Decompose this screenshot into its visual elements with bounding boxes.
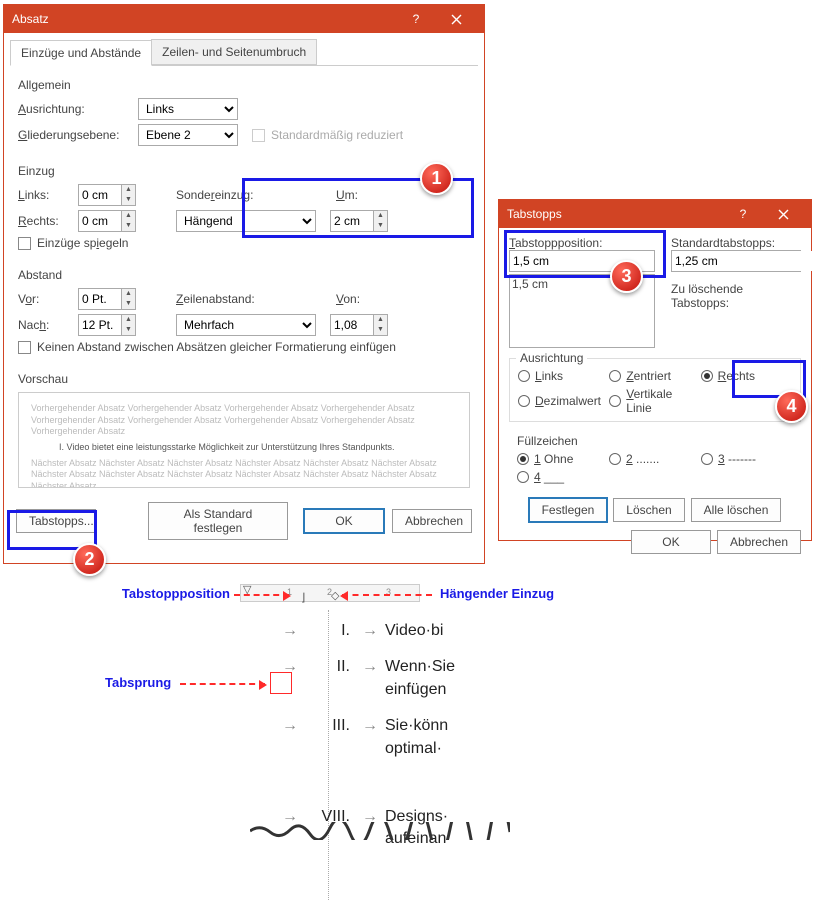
callout-3: 3: [610, 260, 643, 293]
linespacing-label: Zeilenabstand:: [176, 292, 276, 306]
set-default-button[interactable]: Als Standard festlegen: [148, 502, 288, 540]
before-label: Vor:: [18, 292, 78, 306]
special-indent-combo[interactable]: Hängend: [176, 210, 316, 232]
tab-pagebreaks[interactable]: Zeilen- und Seitenumbruch: [151, 39, 317, 65]
hanging-indent-marker-icon: ◇: [331, 589, 339, 602]
ok-button-2[interactable]: OK: [631, 530, 711, 554]
close-button[interactable]: [436, 5, 476, 33]
no-space-same-style-checkbox[interactable]: Keinen Abstand zwischen Absätzen gleiche…: [18, 340, 396, 354]
preview-box: Vorhergehender Absatz Vorhergehender Abs…: [18, 392, 470, 488]
editor-preview: 1 2 3 ▽ ⌋ ◇ Tabstoppposition Hängender E…: [100, 580, 600, 900]
anno-tabpos: Tabstoppposition: [90, 586, 230, 601]
ok-button[interactable]: OK: [304, 509, 384, 533]
help-button-2[interactable]: ?: [723, 200, 763, 228]
align-right-radio[interactable]: Rechts: [701, 369, 792, 383]
arrow-hanging: [342, 594, 432, 596]
group-spacing-title: Abstand: [18, 268, 470, 282]
leader-none-radio[interactable]: 1 Ohne: [517, 452, 609, 466]
mirror-indents-label: Einzüge spiegeln: [37, 236, 128, 250]
at-spinner[interactable]: ▲▼: [330, 314, 388, 336]
alignment-combo[interactable]: Links: [138, 98, 238, 120]
alignment-group: Ausrichtung Links Zentriert Rechts Dezim…: [509, 358, 801, 422]
align-center-radio[interactable]: Zentriert: [609, 369, 700, 383]
special-indent-label: Sondereinzug:: [176, 188, 276, 202]
cancel-button[interactable]: Abbrechen: [392, 509, 472, 533]
to-clear-label: Zu löschende Tabstopps:: [671, 282, 801, 310]
default-tab-label: Standardtabstopps:: [671, 236, 801, 250]
close-button-2[interactable]: [763, 200, 803, 228]
callout-1: 1: [420, 162, 453, 195]
cancel-button-2[interactable]: Abbrechen: [717, 530, 801, 554]
tab-strip: Einzüge und Abstände Zeilen- und Seitenu…: [10, 39, 478, 66]
list-item: →III.→Sie·könn optimal·: [275, 715, 505, 760]
tabstops-button[interactable]: Tabstopps...: [16, 509, 96, 533]
collapsed-checkbox[interactable]: Standardmäßig reduziert: [252, 128, 403, 142]
tab-indents[interactable]: Einzüge und Abstände: [10, 40, 152, 66]
dialog2-title: Tabstopps: [507, 207, 723, 221]
callout-4: 4: [775, 390, 808, 423]
leader-group: Füllzeichen 1 Ohne 2 ....... 3 ------- 4…: [509, 432, 801, 490]
group-general-title: Allgemein: [18, 78, 470, 92]
leader-dashes-radio[interactable]: 3 -------: [701, 452, 793, 466]
clear-all-button[interactable]: Alle löschen: [691, 498, 782, 522]
list-item: →II.→Wenn·Sie einfügen: [275, 656, 505, 701]
after-label: Nach:: [18, 318, 78, 332]
outline-combo[interactable]: Ebene 2: [138, 124, 238, 146]
group-indent-title: Einzug: [18, 164, 470, 178]
after-spinner[interactable]: ▲▼: [78, 314, 136, 336]
help-button[interactable]: ?: [396, 5, 436, 33]
outline-label: Gliederungsebene:: [18, 128, 138, 142]
indent-right-label: Rechts:: [18, 214, 78, 228]
tabstop-marker-icon: ⌋: [301, 591, 305, 604]
clear-button[interactable]: Löschen: [613, 498, 684, 522]
arrow-tabpos: [234, 594, 289, 596]
ruler: 1 2 3 ▽ ⌋ ◇: [240, 584, 420, 602]
default-tab-spinner[interactable]: ▲▼: [671, 250, 801, 272]
indent-left-spinner[interactable]: ▲▼: [78, 184, 136, 206]
linespacing-combo[interactable]: Mehrfach: [176, 314, 316, 336]
titlebar: Absatz ?: [4, 5, 484, 33]
align-decimal-radio[interactable]: Dezimalwert: [518, 387, 609, 415]
tabpos-label: Tabstoppposition:: [509, 236, 655, 250]
at-label: Von:: [336, 292, 360, 306]
align-bar-radio[interactable]: Vertikale Linie: [609, 387, 700, 415]
dialog-title: Absatz: [12, 12, 396, 26]
by-spinner[interactable]: ▲▼: [330, 210, 388, 232]
torn-edge-icon: [250, 822, 510, 840]
alignment-label: AAusrichtung:usrichtung:: [18, 102, 138, 116]
titlebar-2: Tabstopps ?: [499, 200, 811, 228]
dialog-button-row: Tabstopps... Als Standard festlegen OK A…: [4, 494, 484, 550]
by-label: Um:: [336, 188, 358, 202]
preview-title: Vorschau: [18, 372, 470, 386]
anno-tabsprung: Tabsprung: [105, 675, 171, 690]
paragraph-dialog: Absatz ? Einzüge und Abstände Zeilen- un…: [3, 4, 485, 564]
indent-left-label: Links:: [18, 188, 78, 202]
callout-2: 2: [73, 543, 106, 576]
mirror-indents-checkbox[interactable]: Einzüge spiegeln: [18, 236, 128, 250]
list-item: →I.→Video·bi: [275, 620, 505, 642]
leader-underline-radio[interactable]: 4 ___: [517, 470, 609, 484]
set-button[interactable]: Festlegen: [529, 498, 608, 522]
tabstops-dialog: Tabstopps ? Tabstoppposition: 1,5 cm Sta…: [498, 199, 812, 541]
anno-hanging: Hängender Einzug: [440, 586, 554, 601]
arrow-tabsprung: [180, 683, 265, 685]
indent-right-spinner[interactable]: ▲▼: [78, 210, 136, 232]
leader-dots-radio[interactable]: 2 .......: [609, 452, 701, 466]
before-spinner[interactable]: ▲▼: [78, 288, 136, 310]
align-left-radio[interactable]: Links: [518, 369, 609, 383]
